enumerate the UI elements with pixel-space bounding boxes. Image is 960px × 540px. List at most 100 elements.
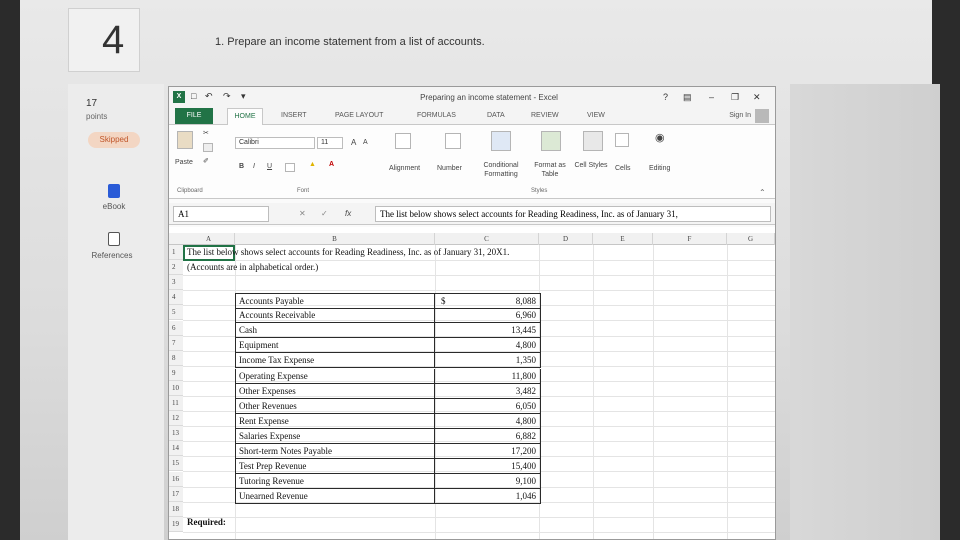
cancel-icon[interactable]: ✕: [299, 209, 306, 218]
alignment-icon[interactable]: [395, 133, 411, 149]
alignment-button[interactable]: Alignment: [389, 165, 420, 172]
row-header[interactable]: 18: [169, 501, 183, 517]
find-icon[interactable]: ◉: [655, 131, 665, 144]
format-painter-icon[interactable]: ✐: [203, 157, 209, 165]
cell-styles-icon[interactable]: [583, 131, 603, 151]
tab-view[interactable]: VIEW: [587, 112, 605, 119]
conditional-formatting-button[interactable]: Conditional Formatting: [475, 161, 527, 179]
formula-input[interactable]: The list below shows select accounts for…: [375, 206, 771, 222]
paste-button[interactable]: Paste: [175, 159, 193, 166]
minimize-icon[interactable]: –: [709, 92, 714, 102]
redo-icon[interactable]: ↷: [223, 91, 231, 102]
tab-data[interactable]: DATA: [487, 112, 505, 119]
column-header-b[interactable]: B: [235, 233, 435, 245]
fill-color-icon[interactable]: ▲: [309, 161, 316, 168]
restore-icon[interactable]: ❐: [731, 92, 739, 103]
row-header[interactable]: 4: [169, 290, 183, 306]
account-value: 4,800: [515, 340, 536, 351]
tab-page-layout[interactable]: PAGE LAYOUT: [335, 112, 383, 119]
underline-button[interactable]: U: [267, 163, 272, 170]
table-row: Accounts Payable $8,088: [235, 293, 541, 309]
account-name: Operating Expense: [239, 370, 308, 381]
row-header[interactable]: 10: [169, 380, 183, 396]
tab-insert[interactable]: INSERT: [281, 112, 307, 119]
excel-logo-icon: X: [173, 91, 185, 103]
close-icon[interactable]: ✕: [753, 92, 761, 103]
ribbon-home: Paste ✂ ✐ Calibri 11 A A B I U ▲ A Align…: [169, 125, 775, 199]
avatar[interactable]: [755, 109, 769, 123]
group-styles: Styles: [531, 188, 548, 194]
borders-icon[interactable]: [285, 163, 295, 172]
row-header[interactable]: 7: [169, 335, 183, 351]
font-name-select[interactable]: Calibri: [235, 137, 315, 149]
row-header[interactable]: 15: [169, 456, 183, 472]
table-row: Other Expenses 3,482: [235, 383, 541, 399]
column-header-e[interactable]: E: [593, 233, 653, 245]
table-row: Unearned Revenue 1,046: [235, 489, 541, 505]
row-header[interactable]: 5: [169, 305, 183, 321]
book-icon[interactable]: [108, 184, 120, 198]
row-header[interactable]: 17: [169, 486, 183, 502]
collapse-ribbon-icon[interactable]: ⌃: [759, 188, 766, 197]
cell-styles-button[interactable]: Cell Styles: [573, 161, 609, 170]
tab-review[interactable]: REVIEW: [531, 112, 559, 119]
enter-icon[interactable]: ✓: [321, 209, 328, 218]
column-header-g[interactable]: G: [727, 233, 775, 245]
tab-formulas[interactable]: FORMULAS: [417, 112, 456, 119]
references-icon[interactable]: [108, 232, 120, 246]
font-size-select[interactable]: 11: [317, 137, 343, 149]
font-color-icon[interactable]: A: [329, 161, 334, 168]
copy-icon[interactable]: [203, 143, 213, 152]
column-header-a[interactable]: A: [183, 233, 235, 245]
account-value: 15,400: [511, 461, 536, 472]
row-header[interactable]: 9: [169, 365, 183, 381]
excel-window: X □ ↶ ↷ ▾ Preparing an income statement …: [168, 86, 776, 540]
bold-button[interactable]: B: [239, 163, 244, 170]
number-format-icon[interactable]: [445, 133, 461, 149]
tab-file[interactable]: FILE: [175, 108, 213, 124]
grow-font-button[interactable]: A: [351, 138, 356, 147]
cells-button[interactable]: Cells: [615, 165, 631, 172]
sign-in-link[interactable]: Sign In: [729, 112, 751, 119]
row-header[interactable]: 8: [169, 350, 183, 366]
row-header[interactable]: 14: [169, 441, 183, 457]
number-button[interactable]: Number: [437, 165, 462, 172]
column-divider: [434, 413, 435, 428]
shrink-font-button[interactable]: A: [363, 139, 368, 146]
help-button[interactable]: ?: [663, 92, 668, 102]
undo-icon[interactable]: ↶: [205, 91, 213, 102]
row-header[interactable]: 19: [169, 516, 183, 532]
row-header[interactable]: 3: [169, 275, 183, 291]
account-value: 6,960: [515, 310, 536, 321]
ribbon-display-icon[interactable]: ▤: [683, 92, 692, 103]
insert-function-button[interactable]: fx: [345, 209, 351, 218]
row-header[interactable]: 2: [169, 260, 183, 276]
row-header[interactable]: 12: [169, 411, 183, 427]
tab-home[interactable]: HOME: [227, 108, 263, 125]
row-header[interactable]: 6: [169, 320, 183, 336]
row-header[interactable]: 16: [169, 471, 183, 487]
column-header-f[interactable]: F: [653, 233, 727, 245]
window-title: Preparing an income statement - Excel: [420, 93, 558, 102]
row-header[interactable]: 11: [169, 396, 183, 411]
editing-button[interactable]: Editing: [649, 165, 670, 172]
format-as-table-button[interactable]: Format as Table: [529, 161, 571, 179]
save-icon[interactable]: □: [191, 91, 196, 101]
ebook-link[interactable]: eBook: [84, 202, 144, 211]
italic-button[interactable]: I: [253, 163, 255, 170]
name-box[interactable]: A1: [173, 206, 269, 222]
row-header[interactable]: 1: [169, 245, 183, 260]
conditional-formatting-icon[interactable]: [491, 131, 511, 151]
cut-icon[interactable]: ✂: [203, 129, 209, 137]
column-header-d[interactable]: D: [539, 233, 593, 245]
column-header-c[interactable]: C: [435, 233, 539, 245]
spreadsheet-grid[interactable]: A B C D E F G 1 2 3 4 5 6 7 8 9 10 11 12 13 14 15 16 17 1…: [169, 227, 775, 539]
paste-icon[interactable]: [177, 131, 193, 149]
references-link[interactable]: References: [82, 251, 142, 260]
cells-icon[interactable]: [615, 133, 629, 147]
format-as-table-icon[interactable]: [541, 131, 561, 151]
customize-icon[interactable]: ▾: [241, 91, 246, 102]
table-row: Salaries Expense 6,882: [235, 428, 541, 444]
row-header[interactable]: 13: [169, 426, 183, 442]
question-text: 1. Prepare an income statement from a li…: [215, 36, 485, 48]
